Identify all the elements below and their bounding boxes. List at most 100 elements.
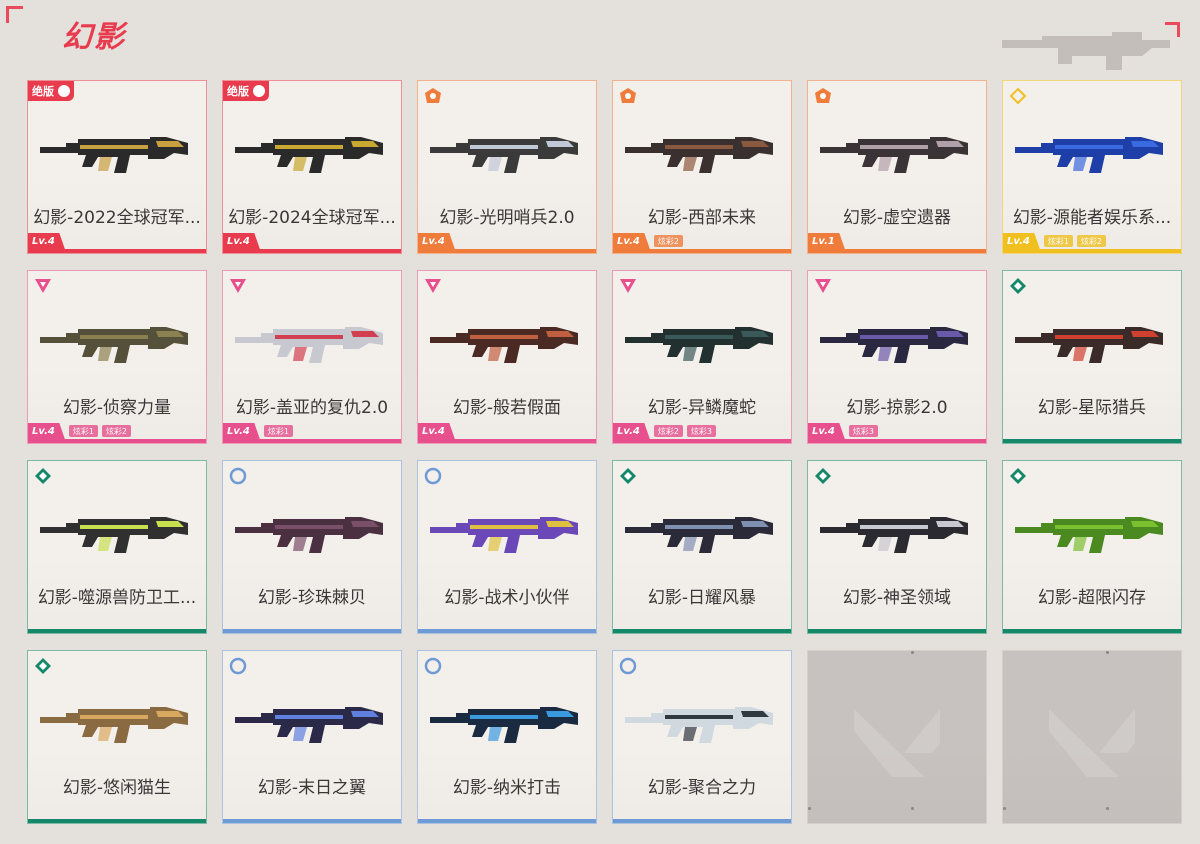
variant-chip: 炫彩1 xyxy=(68,425,98,437)
skin-card[interactable]: 幻影-源能者娱乐系... Lv.4 炫彩1 炫彩2 xyxy=(1002,80,1182,254)
exclusive-badge: 绝版 xyxy=(223,81,269,101)
level-row: Lv.4 炫彩3 xyxy=(808,423,878,439)
rifle-skin-icon xyxy=(235,137,383,173)
rifle-skin-icon xyxy=(625,707,773,743)
skin-card[interactable]: 幻影-噬源兽防卫工... xyxy=(27,460,207,634)
corner-dot xyxy=(1106,807,1109,810)
deluxe-tier-icon xyxy=(620,468,636,484)
skin-card[interactable]: 幻影-异鳞魔蛇 Lv.4 炫彩2 炫彩3 xyxy=(612,270,792,444)
rifle-skin-icon xyxy=(235,707,383,743)
corner-dot xyxy=(911,807,914,810)
exclusive-badge: 绝版 xyxy=(28,81,74,101)
rifle-skin-icon xyxy=(820,327,968,363)
empty-slot xyxy=(807,650,987,824)
deluxe-tier-icon xyxy=(1010,468,1026,484)
skin-name: 幻影-光明哨兵2.0 xyxy=(439,208,575,228)
skin-name: 幻影-日耀风暴 xyxy=(647,588,757,608)
tier-color-bar xyxy=(28,439,206,443)
skin-name: 幻影-2024全球冠军... xyxy=(228,208,396,228)
skin-card[interactable]: 绝版 幻影-2024全球冠军... Lv.4 xyxy=(222,80,402,254)
skin-card[interactable]: 幻影-超限闪存 xyxy=(1002,460,1182,634)
rifle-skin-icon xyxy=(40,327,188,363)
tier-color-bar xyxy=(613,629,791,633)
skin-card[interactable]: 幻影-般若假面 Lv.4 xyxy=(417,270,597,444)
skin-card[interactable]: 幻影-悠闲猫生 xyxy=(27,650,207,824)
level-row: Lv.4 炫彩1 xyxy=(223,423,293,439)
skin-name: 幻影-侦察力量 xyxy=(62,398,172,418)
rifle-silhouette-icon xyxy=(1002,32,1170,70)
rifle-skin-icon xyxy=(40,517,188,553)
tier-color-bar xyxy=(418,249,596,253)
skin-card[interactable]: 幻影-西部未来 Lv.4 炫彩2 xyxy=(612,80,792,254)
rifle-skin-icon xyxy=(625,137,773,173)
skin-card[interactable]: 幻影-纳米打击 xyxy=(417,650,597,824)
tier-color-bar xyxy=(808,249,986,253)
rifle-skin-icon xyxy=(820,517,968,553)
skin-name: 幻影-源能者娱乐系... xyxy=(1012,208,1172,228)
select-tier-icon xyxy=(35,279,51,293)
skin-card[interactable]: 幻影-盖亚的复仇2.0 Lv.4 炫彩1 xyxy=(222,270,402,444)
level-badge: Lv.4 xyxy=(28,423,65,439)
level-badge: Lv.4 xyxy=(808,423,845,439)
skin-card[interactable]: 幻影-末日之翼 xyxy=(222,650,402,824)
skin-name: 幻影-噬源兽防卫工... xyxy=(37,588,197,608)
skin-name: 幻影-超限闪存 xyxy=(1037,588,1147,608)
variant-chip: 炫彩2 xyxy=(653,425,683,437)
standard-tier-icon xyxy=(229,657,247,675)
skin-card[interactable]: 幻影-侦察力量 Lv.4 炫彩1 炫彩2 xyxy=(27,270,207,444)
skin-name: 幻影-般若假面 xyxy=(452,398,562,418)
level-badge: Lv.1 xyxy=(808,233,845,249)
tier-color-bar xyxy=(28,819,206,823)
exclusive-tier-icon xyxy=(58,85,70,97)
skin-card[interactable]: 幻影-神圣领域 xyxy=(807,460,987,634)
rifle-skin-icon xyxy=(625,517,773,553)
rifle-skin-icon xyxy=(430,707,578,743)
tier-color-bar xyxy=(28,249,206,253)
skin-card[interactable]: 幻影-日耀风暴 xyxy=(612,460,792,634)
variant-chip: 炫彩1 xyxy=(263,425,293,437)
skin-card[interactable]: 幻影-战术小伙伴 xyxy=(417,460,597,634)
skin-name: 幻影-异鳞魔蛇 xyxy=(647,398,757,418)
select-tier-icon xyxy=(230,279,246,293)
rifle-skin-icon xyxy=(1015,137,1163,173)
deluxe-tier-icon xyxy=(815,468,831,484)
select-tier-icon xyxy=(425,279,441,293)
skin-card[interactable]: 绝版 幻影-2022全球冠军... Lv.4 xyxy=(27,80,207,254)
level-row: Lv.4 炫彩2 炫彩3 xyxy=(613,423,717,439)
corner-bracket-top-left xyxy=(6,6,23,23)
standard-tier-icon xyxy=(619,657,637,675)
skin-card[interactable]: 幻影-掠影2.0 Lv.4 炫彩3 xyxy=(807,270,987,444)
level-badge: Lv.4 xyxy=(613,233,650,249)
skin-card[interactable]: 幻影-光明哨兵2.0 Lv.4 xyxy=(417,80,597,254)
skin-card[interactable]: 幻影-虚空遗器 Lv.1 xyxy=(807,80,987,254)
rifle-skin-icon xyxy=(430,327,578,363)
skin-name: 幻影-神圣领域 xyxy=(842,588,952,608)
skin-name: 幻影-虚空遗器 xyxy=(842,208,952,228)
level-row: Lv.4 xyxy=(28,233,65,249)
tier-color-bar xyxy=(613,249,791,253)
variant-chip: 炫彩3 xyxy=(686,425,717,437)
tier-color-bar xyxy=(613,819,791,823)
tier-color-bar xyxy=(1003,629,1181,633)
rifle-skin-icon xyxy=(40,137,188,173)
empty-slot xyxy=(1002,650,1182,824)
tier-color-bar xyxy=(223,629,401,633)
skin-card[interactable]: 幻影-聚合之力 xyxy=(612,650,792,824)
level-badge: Lv.4 xyxy=(418,233,455,249)
select-tier-icon xyxy=(620,279,636,293)
tier-color-bar xyxy=(418,439,596,443)
exclusive-badge-label: 绝版 xyxy=(227,85,249,98)
corner-dot xyxy=(808,807,811,810)
exclusive-tier-icon xyxy=(253,85,265,97)
variant-chip: 炫彩2 xyxy=(653,235,683,247)
standard-tier-icon xyxy=(424,657,442,675)
skin-card[interactable]: 幻影-珍珠棘贝 xyxy=(222,460,402,634)
rifle-skin-icon xyxy=(430,517,578,553)
deluxe-tier-icon xyxy=(35,468,51,484)
level-row: Lv.1 xyxy=(808,233,845,249)
skin-name: 幻影-珍珠棘贝 xyxy=(257,588,367,608)
skin-card[interactable]: 幻影-星际猎兵 xyxy=(1002,270,1182,444)
rifle-skin-icon xyxy=(40,707,188,743)
standard-tier-icon xyxy=(229,467,247,485)
tier-color-bar xyxy=(223,819,401,823)
